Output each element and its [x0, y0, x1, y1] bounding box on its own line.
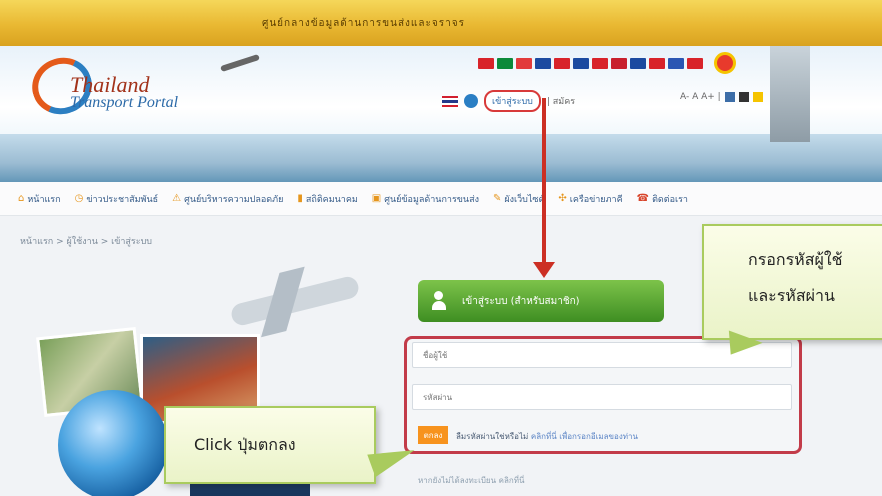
- pencil-icon: ✎: [492, 193, 502, 204]
- nav-label: หน้าแรก: [27, 194, 61, 205]
- nav-item-contact[interactable]: ☎ ติดต่อเรา: [637, 192, 688, 206]
- nav-label: ข่าวประชาสัมพันธ์: [86, 194, 159, 205]
- font-size-controls: A- A A+ |: [680, 92, 763, 102]
- login-title: เข้าสู่ระบบ (สำหรับสมาชิก): [462, 295, 580, 307]
- users-icon: [432, 291, 454, 311]
- nav-label: ศูนย์บริหารความปลอดภัย: [184, 194, 284, 205]
- callout-credentials-line2: และรหัสผ่าน: [748, 286, 835, 305]
- password-input[interactable]: [412, 384, 792, 410]
- callout-credentials-line1: กรอกรหัสผู้ใช้: [748, 250, 843, 269]
- site-logo[interactable]: Thailand Transport Portal: [70, 74, 179, 112]
- flag-icon[interactable]: [478, 58, 494, 69]
- callout-click-ok: Click ปุ่มตกลง: [164, 406, 376, 484]
- annotation-arrow: [542, 98, 546, 268]
- globe-image: [58, 390, 168, 496]
- link-icon: ✣: [558, 193, 567, 204]
- header-account-row: เข้าสู่ระบบ | สมัคร: [442, 90, 575, 112]
- font-size-text[interactable]: A- A A+ |: [680, 92, 721, 102]
- breadcrumb[interactable]: หน้าแรก > ผู้ใช้งาน > เข้าสู่ระบบ: [20, 234, 152, 248]
- theme-blue-icon[interactable]: [724, 92, 735, 102]
- forgot-password-text: ลืมรหัสผ่านใช่หรือไม่: [456, 432, 529, 441]
- forgot-password-link[interactable]: คลิกที่นี่ เพื่อกรอกอีเมลของท่าน: [531, 432, 638, 441]
- top-banner: ศูนย์กลางข้อมูลด้านการขนส่งและจราจร: [0, 0, 882, 46]
- flag-icon[interactable]: [687, 58, 703, 69]
- flag-icon[interactable]: [573, 58, 589, 69]
- nav-item-home[interactable]: ⌂ หน้าแรก: [18, 192, 61, 206]
- home-icon: ⌂: [18, 193, 25, 204]
- login-banner: เข้าสู่ระบบ (สำหรับสมาชิก): [418, 280, 664, 322]
- nav-item-sitemap[interactable]: ✎ ผังเว็บไซต์: [493, 192, 544, 206]
- header-login-link[interactable]: เข้าสู่ระบบ: [484, 90, 541, 112]
- header-tower-image: [770, 46, 810, 142]
- flag-icon[interactable]: [630, 58, 646, 69]
- callout-click-ok-text: Click ปุ่มตกลง: [194, 434, 296, 454]
- nav-item-stats[interactable]: ▮ สถิติคมนาคม: [297, 192, 357, 206]
- main-nav: ⌂ หน้าแรก ◷ ข่าวประชาสัมพันธ์ ⚠ ศูนย์บริหาร…: [0, 182, 882, 216]
- nav-label: ผังเว็บไซต์: [504, 194, 545, 205]
- flag-icon[interactable]: [668, 58, 684, 69]
- plane-icon: [220, 53, 260, 73]
- thai-flag-icon[interactable]: [442, 95, 458, 107]
- nav-item-news[interactable]: ◷ ข่าวประชาสัมพันธ์: [75, 192, 159, 206]
- logo-line2: Transport Portal: [70, 94, 179, 111]
- nav-label: เครือข่ายภาคี: [569, 194, 623, 205]
- asean-flags: [478, 58, 703, 69]
- submit-button[interactable]: ตกลง: [418, 426, 448, 444]
- nav-label: ศูนย์ข้อมูลด้านการขนส่ง: [384, 194, 479, 205]
- callout-enter-credentials: กรอกรหัสผู้ใช้ และรหัสผ่าน: [702, 224, 882, 340]
- flag-icon[interactable]: [497, 58, 513, 69]
- theme-yellow-icon[interactable]: [752, 92, 763, 102]
- flag-icon[interactable]: [535, 58, 551, 69]
- header-skyline-image: [0, 134, 882, 182]
- signup-link[interactable]: หากยังไม่ได้ลงทะเบียน คลิกที่นี่: [418, 474, 524, 487]
- flag-icon[interactable]: [649, 58, 665, 69]
- flag-icon[interactable]: [516, 58, 532, 69]
- bus-icon: ▣: [371, 193, 382, 204]
- flag-icon[interactable]: [611, 58, 627, 69]
- forgot-password: ลืมรหัสผ่านใช่หรือไม่ คลิกที่นี่ เพื่อกร…: [456, 430, 638, 443]
- phone-icon: ☎: [636, 193, 650, 204]
- clock-icon: ◷: [74, 193, 84, 204]
- airplane-image: [229, 274, 361, 328]
- globe-icon[interactable]: [464, 94, 478, 108]
- nav-label: ติดต่อเรา: [652, 194, 688, 205]
- asean-emblem-icon: [714, 52, 736, 74]
- nav-item-safety[interactable]: ⚠ ศูนย์บริหารความปลอดภัย: [172, 192, 283, 206]
- header-register-link[interactable]: | สมัคร: [547, 94, 575, 108]
- annotation-arrow-head: [533, 262, 555, 278]
- flag-icon[interactable]: [554, 58, 570, 69]
- flag-icon[interactable]: [592, 58, 608, 69]
- theme-dark-icon[interactable]: [738, 92, 749, 102]
- top-banner-text: ศูนย์กลางข้อมูลด้านการขนส่งและจราจร: [262, 18, 465, 29]
- nav-item-network[interactable]: ✣ เครือข่ายภาคี: [558, 192, 622, 206]
- warning-icon: ⚠: [172, 193, 182, 204]
- chart-icon: ▮: [297, 193, 303, 204]
- nav-item-transport-data[interactable]: ▣ ศูนย์ข้อมูลด้านการขนส่ง: [372, 192, 479, 206]
- site-header: Thailand Transport Portal เข้าสู่ระบบ | …: [0, 46, 882, 182]
- nav-label: สถิติคมนาคม: [305, 194, 358, 205]
